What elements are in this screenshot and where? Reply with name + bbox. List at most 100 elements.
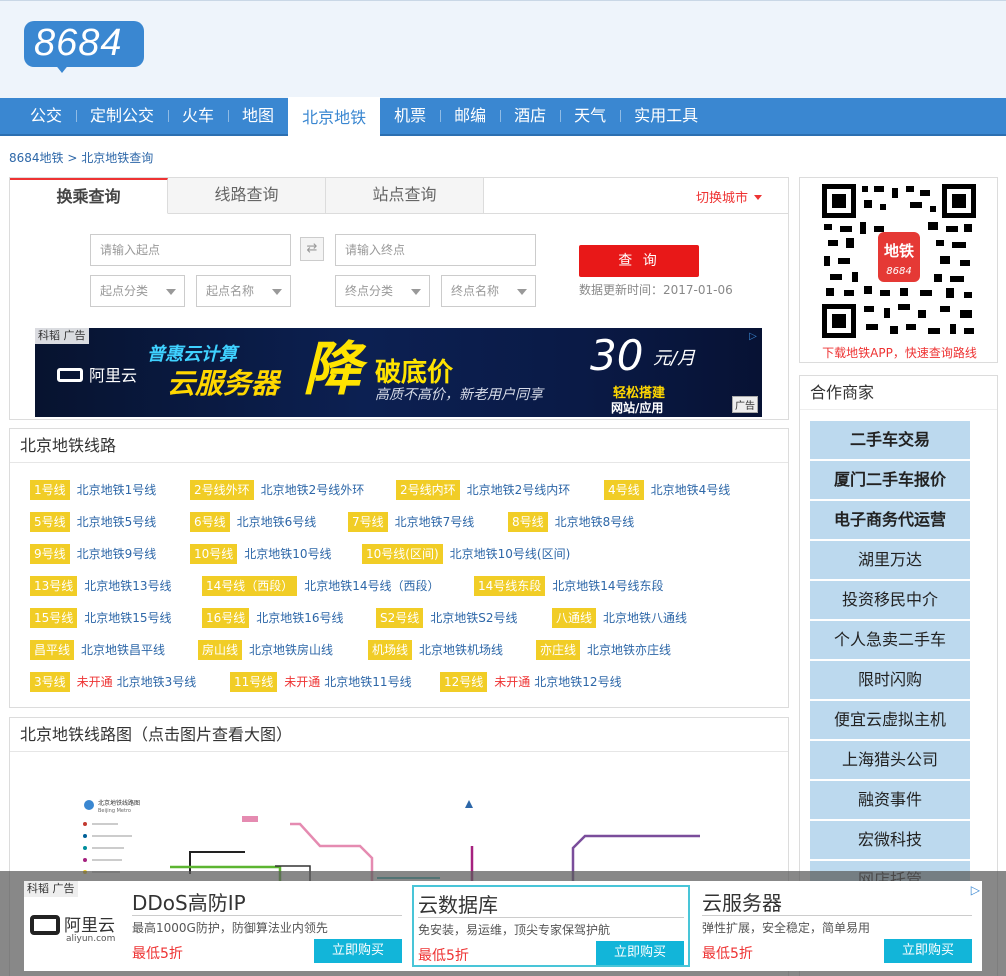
- partner-link[interactable]: 便宜云虚拟主机: [810, 701, 970, 739]
- line-item[interactable]: 12号线 未开通 北京地铁12号线: [440, 672, 622, 692]
- partner-link[interactable]: 厦门二手车报价: [810, 461, 970, 499]
- line-item[interactable]: 1号线 北京地铁1号线: [30, 480, 156, 500]
- line-link[interactable]: 北京地铁15号线: [84, 611, 171, 625]
- bottom-ad-card[interactable]: DDoS高防IP 最高1000G防护，防御算法业内领先 最低5折 立即购买: [128, 885, 406, 967]
- line-item[interactable]: 14号线东段 北京地铁14号线东段: [474, 576, 664, 596]
- aliyun-ad-banner[interactable]: 科韬 广告 阿里云 普惠云计算 云服务器 降 破底价 高质不高价，新老用户同享 …: [35, 328, 762, 417]
- line-badge[interactable]: 10号线(区间): [362, 544, 443, 564]
- nav-item[interactable]: 地图: [228, 97, 288, 135]
- ad-choices-icon[interactable]: ▷: [746, 330, 760, 344]
- buy-now-button[interactable]: 立即购买: [314, 939, 402, 963]
- swap-icon[interactable]: ⇄: [300, 237, 324, 261]
- line-link[interactable]: 北京地铁13号线: [84, 579, 171, 593]
- line-badge[interactable]: 3号线: [30, 672, 70, 692]
- line-badge[interactable]: 八通线: [552, 608, 597, 628]
- line-link[interactable]: 北京地铁机场线: [419, 643, 503, 657]
- app-qr-box[interactable]: 地铁 8684 下载地铁APP，快速查询路线: [799, 177, 998, 363]
- line-item[interactable]: 5号线 北京地铁5号线: [30, 512, 156, 532]
- tab-station-query[interactable]: 站点查询: [326, 178, 484, 214]
- line-item[interactable]: 15号线 北京地铁15号线: [30, 608, 172, 628]
- line-link[interactable]: 北京地铁昌平线: [81, 643, 165, 657]
- buy-now-button[interactable]: 立即购买: [596, 941, 684, 965]
- bottom-ad[interactable]: 科韬 广告 阿里云 aliyun.com ▷ DDoS高防IP 最高1000G防护…: [24, 881, 982, 971]
- end-input[interactable]: 请输入终点: [335, 234, 536, 266]
- line-link[interactable]: 北京地铁10号线(区间): [450, 547, 571, 561]
- nav-item[interactable]: 定制公交: [76, 97, 168, 135]
- line-link[interactable]: 北京地铁10号线: [244, 547, 331, 561]
- partner-link[interactable]: 湖里万达: [810, 541, 970, 579]
- partner-link[interactable]: 限时闪购: [810, 661, 970, 699]
- tab-transfer-query[interactable]: 换乘查询: [10, 178, 168, 214]
- line-item[interactable]: S2号线 北京地铁S2号线: [376, 608, 518, 628]
- line-item[interactable]: 机场线 北京地铁机场线: [368, 640, 503, 660]
- line-badge[interactable]: 13号线: [30, 576, 78, 596]
- line-link[interactable]: 北京地铁11号线: [324, 675, 411, 689]
- line-badge[interactable]: 4号线: [604, 480, 644, 500]
- line-item[interactable]: 亦庄线 北京地铁亦庄线: [536, 640, 671, 660]
- line-badge[interactable]: 14号线（西段）: [202, 576, 298, 596]
- breadcrumb-current-link[interactable]: 北京地铁查询: [81, 151, 153, 165]
- nav-item[interactable]: 公交: [16, 97, 76, 135]
- line-badge[interactable]: 7号线: [348, 512, 388, 532]
- line-link[interactable]: 北京地铁12号线: [534, 675, 621, 689]
- partner-link[interactable]: 融资事件: [810, 781, 970, 819]
- line-badge[interactable]: 1号线: [30, 480, 70, 500]
- partner-link[interactable]: 投资移民中介: [810, 581, 970, 619]
- line-badge[interactable]: 房山线: [198, 640, 243, 660]
- line-badge[interactable]: S2号线: [376, 608, 424, 628]
- line-badge[interactable]: 9号线: [30, 544, 70, 564]
- line-item[interactable]: 2号线内环 北京地铁2号线内环: [396, 480, 570, 500]
- line-badge[interactable]: 2号线外环: [190, 480, 254, 500]
- line-item[interactable]: 16号线 北京地铁16号线: [202, 608, 344, 628]
- partner-link[interactable]: 宏微科技: [810, 821, 970, 859]
- line-item[interactable]: 昌平线 北京地铁昌平线: [30, 640, 165, 660]
- line-badge[interactable]: 亦庄线: [536, 640, 581, 660]
- line-link[interactable]: 北京地铁6号线: [237, 515, 317, 529]
- breadcrumb-home-link[interactable]: 8684地铁: [9, 151, 64, 165]
- nav-item[interactable]: 邮编: [440, 97, 500, 135]
- line-link[interactable]: 北京地铁房山线: [249, 643, 333, 657]
- line-item[interactable]: 6号线 北京地铁6号线: [190, 512, 316, 532]
- line-link[interactable]: 北京地铁八通线: [603, 611, 687, 625]
- line-item[interactable]: 14号线（西段） 北京地铁14号线（西段）: [202, 576, 440, 596]
- nav-item[interactable]: 酒店: [500, 97, 560, 135]
- line-badge[interactable]: 11号线: [230, 672, 278, 692]
- line-link[interactable]: 北京地铁2号线外环: [261, 483, 365, 497]
- line-link[interactable]: 北京地铁4号线: [651, 483, 731, 497]
- line-link[interactable]: 北京地铁16号线: [256, 611, 343, 625]
- line-badge[interactable]: 5号线: [30, 512, 70, 532]
- start-category-select[interactable]: 起点分类: [90, 275, 185, 307]
- line-badge[interactable]: 8号线: [508, 512, 548, 532]
- line-link[interactable]: 北京地铁9号线: [77, 547, 157, 561]
- line-item[interactable]: 3号线 未开通 北京地铁3号线: [30, 672, 196, 692]
- switch-city-dropdown[interactable]: 切换城市: [696, 187, 762, 206]
- line-badge[interactable]: 10号线: [190, 544, 238, 564]
- nav-item[interactable]: 机票: [380, 97, 440, 135]
- line-badge[interactable]: 2号线内环: [396, 480, 460, 500]
- line-item[interactable]: 8号线 北京地铁8号线: [508, 512, 634, 532]
- nav-item[interactable]: 火车: [168, 97, 228, 135]
- line-item[interactable]: 13号线 北京地铁13号线: [30, 576, 172, 596]
- line-badge[interactable]: 机场线: [368, 640, 413, 660]
- line-badge[interactable]: 16号线: [202, 608, 250, 628]
- bottom-ad-card[interactable]: 云服务器 弹性扩展，安全稳定，简单易用 最低5折 立即购买: [698, 885, 976, 967]
- partner-link[interactable]: 二手车交易: [810, 421, 970, 459]
- nav-item[interactable]: 天气: [560, 97, 620, 135]
- line-item[interactable]: 八通线 北京地铁八通线: [552, 608, 687, 628]
- line-badge[interactable]: 6号线: [190, 512, 230, 532]
- partner-link[interactable]: 上海猎头公司: [810, 741, 970, 779]
- line-link[interactable]: 北京地铁14号线东段: [552, 579, 663, 593]
- line-badge[interactable]: 15号线: [30, 608, 78, 628]
- line-link[interactable]: 北京地铁亦庄线: [587, 643, 671, 657]
- line-link[interactable]: 北京地铁1号线: [77, 483, 157, 497]
- line-item[interactable]: 4号线 北京地铁4号线: [604, 480, 730, 500]
- line-item[interactable]: 10号线 北京地铁10号线: [190, 544, 332, 564]
- line-badge[interactable]: 12号线: [440, 672, 488, 692]
- partner-link[interactable]: 电子商务代运营: [810, 501, 970, 539]
- line-item[interactable]: 11号线 未开通 北京地铁11号线: [230, 672, 412, 692]
- start-name-select[interactable]: 起点名称: [196, 275, 291, 307]
- line-badge[interactable]: 14号线东段: [474, 576, 546, 596]
- line-link[interactable]: 北京地铁3号线: [117, 675, 197, 689]
- nav-item[interactable]: 实用工具: [620, 97, 712, 135]
- nav-item[interactable]: 北京地铁: [288, 97, 381, 137]
